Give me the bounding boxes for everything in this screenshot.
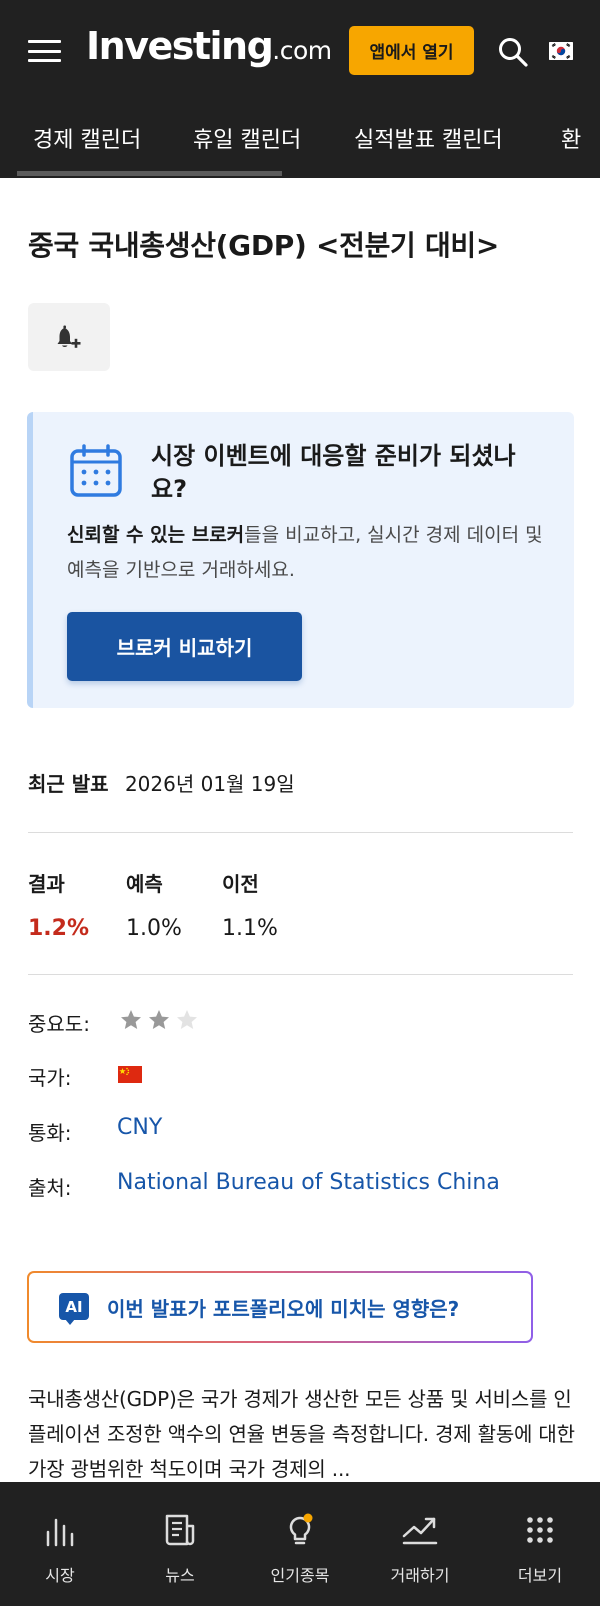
china-flag-icon [118,1066,142,1083]
bottom-nav-label: 뉴스 [165,1566,195,1585]
source-label: 출처: [28,1176,72,1200]
menu-icon[interactable] [28,40,61,62]
tab-fx-calendar[interactable]: 환 [561,122,581,154]
star-empty-icon [177,1010,197,1029]
latest-release: 최근 발표 2026년 01월 19일 [28,768,295,797]
ai-portfolio-impact-button[interactable]: AI 이번 발표가 포트폴리오에 미치는 영향은? [27,1271,533,1343]
promo-trusted-brokers-text: 신뢰할 수 있는 브로커 [67,524,245,546]
bottom-nav-label: 시장 [45,1566,75,1585]
page-title: 중국 국내총생산(GDP) <전분기 대비> [28,229,500,262]
ai-prompt-text: 이번 발표가 포트폴리오에 미치는 영향은? [107,1297,460,1321]
grid-dots-icon [527,1517,553,1543]
calendar-icon [70,444,122,497]
indicator-description: 국내총생산(GDP)은 국가 경제가 생산한 모든 상품 및 서비스를 인플레이… [28,1387,575,1481]
investing-logo[interactable]: Investing.com [86,24,332,68]
trend-up-icon [402,1517,438,1545]
bar-chart-icon [46,1518,74,1547]
bottom-nav-label: 인기종목 [270,1566,330,1585]
bottom-nav-trending[interactable]: 인기종목 [240,1482,360,1606]
source-link[interactable]: National Bureau of Statistics China [117,1170,500,1195]
compare-brokers-button[interactable]: 브로커 비교하기 [67,612,302,681]
tab-earnings-calendar[interactable]: 실적발표 캘린더 [354,122,503,154]
open-in-app-button[interactable]: 앱에서 열기 [349,26,474,75]
importance-label: 중요도: [28,1012,90,1036]
logo-wordmark: Investing [86,24,274,68]
bottom-nav-news[interactable]: 뉴스 [120,1482,240,1606]
logo-suffix: .com [272,36,332,65]
bottom-nav-label: 거래하기 [390,1566,450,1585]
active-tab-indicator [17,171,282,176]
lightbulb-icon [289,1513,313,1545]
latest-release-label: 최근 발표 [28,772,109,796]
star-filled-icon [121,1010,141,1029]
top-bar: Investing.com 앱에서 열기 [0,0,600,100]
divider [28,974,573,975]
add-alert-button[interactable] [28,303,110,371]
ai-box-inner: AI 이번 발표가 포트폴리오에 미치는 영향은? [29,1273,531,1341]
currency-link[interactable]: CNY [117,1115,162,1140]
search-icon[interactable] [497,36,529,68]
tab-economic-calendar[interactable]: 경제 캘린더 [33,122,141,154]
previous-value: 1.1% [222,916,278,941]
broker-promo-card: 시장 이벤트에 대응할 준비가 되셨나요? 신뢰할 수 있는 브로커들을 비교하… [27,412,574,708]
bottom-nav: 시장 뉴스 인기종목 거래하기 더보기 [0,1482,600,1606]
previous-label: 이전 [222,872,259,896]
promo-title: 시장 이벤트에 대응할 준비가 되셨나요? [151,442,516,503]
newspaper-icon [165,1514,195,1546]
divider [28,832,573,833]
latest-release-date: 2026년 01월 19일 [124,772,295,796]
bell-plus-icon [57,325,81,348]
bottom-nav-trade[interactable]: 거래하기 [360,1482,480,1606]
forecast-value: 1.0% [126,916,182,941]
bottom-nav-label: 더보기 [517,1566,563,1585]
star-filled-icon [149,1010,169,1029]
actual-value: 1.2% [28,916,90,941]
actual-label: 결과 [28,872,65,896]
top-header: Investing.com 앱에서 열기 경제 캘린더 휴일 캘린더 실적발표 … [0,0,600,178]
calendar-tabs: 경제 캘린더 휴일 캘린더 실적발표 캘린더 환 [0,112,600,172]
tab-holiday-calendar[interactable]: 휴일 캘린더 [193,122,301,154]
promo-description: 신뢰할 수 있는 브로커들을 비교하고, 실시간 경제 데이터 및 예측을 기반… [67,518,557,588]
bottom-nav-markets[interactable]: 시장 [0,1482,120,1606]
forecast-label: 예측 [126,872,163,896]
korea-flag-icon[interactable] [549,42,573,60]
country-label: 국가: [28,1066,72,1090]
currency-label: 통화: [28,1121,72,1145]
ai-badge-icon: AI [59,1293,89,1325]
bottom-nav-more[interactable]: 더보기 [480,1482,600,1606]
